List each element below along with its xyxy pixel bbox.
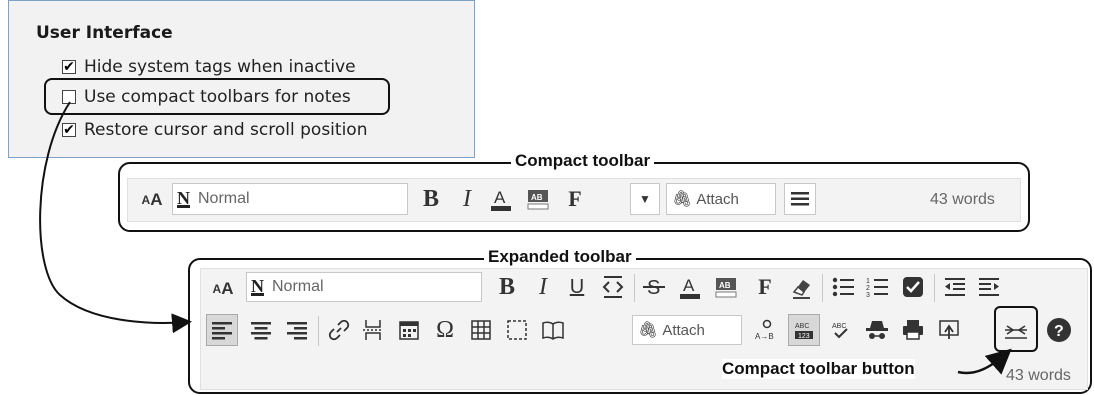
annotation-arrows	[39, 101, 1012, 375]
arrow-to-expanded-toolbar	[39, 101, 192, 334]
arrow-to-compact-button	[957, 348, 1012, 375]
